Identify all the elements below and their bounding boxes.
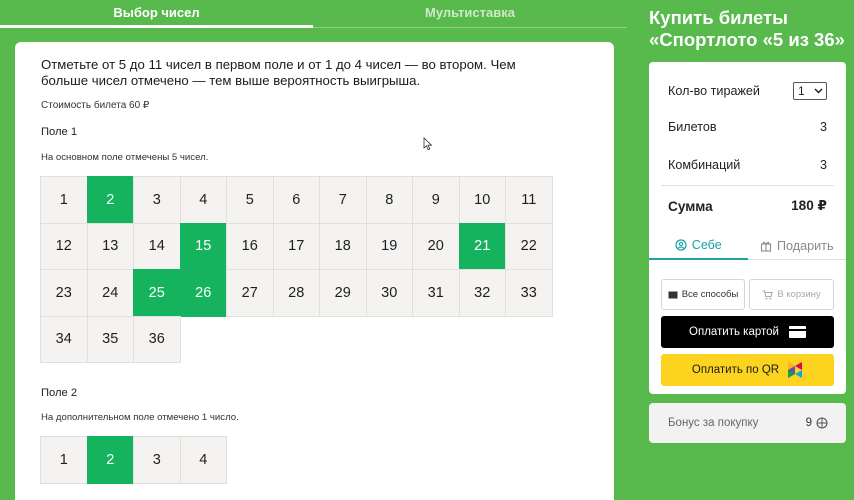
cart-icon [762, 289, 774, 299]
field-2-number-cell[interactable]: 3 [133, 436, 181, 484]
all-methods-button[interactable]: Все способы [661, 279, 745, 310]
bonus-box: Бонус за покупку 9 [649, 403, 846, 443]
all-methods-label: Все способы [681, 289, 739, 300]
field-1-number-cell[interactable]: 2 [86, 176, 134, 224]
combos-label: Комбинаций [668, 158, 741, 172]
field-2-number-cell[interactable]: 4 [179, 436, 227, 484]
field-1-number-cell[interactable]: 8 [365, 176, 413, 224]
to-cart-label: В корзину [777, 289, 821, 300]
field-1-number-cell[interactable]: 4 [179, 176, 227, 224]
tab-gift[interactable]: Подарить [747, 232, 846, 260]
purchase-panel: Кол-во тиражей 1 Билетов 3 Комбинаций 3 … [649, 62, 846, 394]
field-1-number-cell[interactable]: 21 [458, 222, 506, 270]
field-1-title: Поле 1 [41, 126, 78, 138]
ticket-price: Стоимость билета 60 ₽ [41, 100, 150, 111]
field-1-number-cell[interactable]: 23 [40, 269, 88, 317]
user-icon [675, 239, 687, 251]
mouse-cursor-icon [423, 137, 433, 151]
tab-for-self[interactable]: Себе [649, 232, 748, 260]
draws-select[interactable]: 1 [793, 82, 827, 100]
field-1-number-cell[interactable]: 35 [86, 315, 134, 363]
field-1-number-cell[interactable]: 22 [505, 222, 553, 270]
bonus-label: Бонус за покупку [668, 417, 759, 429]
sum-value: 180 ₽ [791, 198, 827, 213]
field-1-number-cell[interactable]: 13 [86, 222, 134, 270]
divider [661, 185, 834, 186]
field-2-title: Поле 2 [41, 387, 78, 399]
field-2-number-cell[interactable]: 1 [40, 436, 88, 484]
gift-icon [760, 241, 772, 252]
field-1-number-cell[interactable]: 34 [40, 315, 88, 363]
field-1-number-cell[interactable]: 18 [319, 222, 367, 270]
selection-panel: Отметьте от 5 до 11 чисел в первом поле … [15, 42, 614, 500]
draws-label: Кол-во тиражей [668, 84, 760, 98]
field-1-number-cell[interactable]: 1 [40, 176, 88, 224]
combos-row: Комбинаций 3 [668, 158, 827, 172]
field-2-note: На дополнительном поле отмечено 1 число. [41, 412, 239, 423]
field-1-number-cell[interactable]: 20 [412, 222, 460, 270]
field-1-number-cell[interactable]: 26 [179, 269, 227, 317]
field-1-number-cell[interactable]: 12 [40, 222, 88, 270]
field-1-number-cell[interactable]: 3 [133, 176, 181, 224]
field-1-number-cell[interactable]: 31 [412, 269, 460, 317]
pay-card-label: Оплатить картой [689, 326, 779, 338]
field-1-number-cell[interactable]: 30 [365, 269, 413, 317]
tab-number-selection[interactable]: Выбор чисел [0, 0, 313, 28]
wallet-icon [668, 291, 678, 299]
bonus-coin-icon [816, 417, 828, 429]
purchase-title: Купить билеты «Спортлото «5 из 36» [649, 7, 845, 50]
pay-qr-label: Оплатить по QR [691, 364, 780, 376]
tickets-row: Билетов 3 [668, 120, 827, 134]
sum-row: Сумма 180 ₽ [668, 198, 827, 214]
tab-multibet[interactable]: Мультиставка [313, 0, 627, 28]
field-1-number-cell[interactable]: 16 [226, 222, 274, 270]
sbp-icon [788, 362, 803, 378]
field-1-number-cell[interactable]: 36 [133, 315, 181, 363]
field-1-number-cell[interactable]: 27 [226, 269, 274, 317]
field-1-number-cell[interactable]: 28 [272, 269, 320, 317]
pay-qr-button[interactable]: Оплатить по QR [661, 354, 834, 386]
add-to-cart-button[interactable]: В корзину [749, 279, 834, 310]
sum-label: Сумма [668, 198, 713, 214]
field-1-number-cell[interactable]: 15 [179, 222, 227, 270]
field-1-number-cell[interactable]: 10 [458, 176, 506, 224]
gift-label: Подарить [777, 238, 834, 253]
field-1-number-cell[interactable]: 25 [133, 269, 181, 317]
field-2-grid: 1234 [40, 436, 227, 484]
credit-card-icon [788, 326, 806, 338]
field-1-number-cell[interactable]: 24 [86, 269, 134, 317]
field-1-number-cell[interactable]: 32 [458, 269, 506, 317]
field-1-number-cell[interactable]: 17 [272, 222, 320, 270]
bonus-amount: 9 [806, 417, 828, 429]
chevron-down-icon [814, 88, 823, 94]
field-1-number-cell[interactable]: 6 [272, 176, 320, 224]
field-1-number-cell[interactable]: 29 [319, 269, 367, 317]
instructions-text: Отметьте от 5 до 11 чисел в первом поле … [41, 57, 516, 88]
field-1-grid: 1 2 3 4 5 6 7 8 9 10 11 12 13 14 15 16 17 18 19 20 21 22 23 24 2… [40, 176, 553, 363]
combos-value: 3 [819, 158, 827, 172]
field-1-number-cell[interactable]: 33 [505, 269, 553, 317]
tickets-label: Билетов [668, 120, 717, 134]
tickets-value: 3 [819, 120, 827, 134]
field-1-number-cell[interactable]: 5 [226, 176, 274, 224]
mode-tabs: Выбор чисел Мультиставка [0, 0, 627, 28]
field-1-note: На основном поле отмечены 5 чисел. [41, 152, 209, 163]
bonus-value: 9 [805, 417, 812, 429]
draws-value: 1 [798, 84, 805, 98]
draws-row: Кол-во тиражей 1 [668, 82, 827, 100]
pay-card-button[interactable]: Оплатить картой [661, 316, 834, 348]
field-1-number-cell[interactable]: 7 [319, 176, 367, 224]
field-1-number-cell[interactable]: 14 [133, 222, 181, 270]
field-1-number-cell[interactable]: 9 [412, 176, 460, 224]
field-2-number-cell[interactable]: 2 [86, 436, 134, 484]
field-1-number-cell[interactable]: 19 [365, 222, 413, 270]
for-self-label: Себе [691, 238, 722, 252]
recipient-tabs: Себе Подарить [649, 232, 846, 260]
field-1-number-cell[interactable]: 11 [505, 176, 553, 224]
